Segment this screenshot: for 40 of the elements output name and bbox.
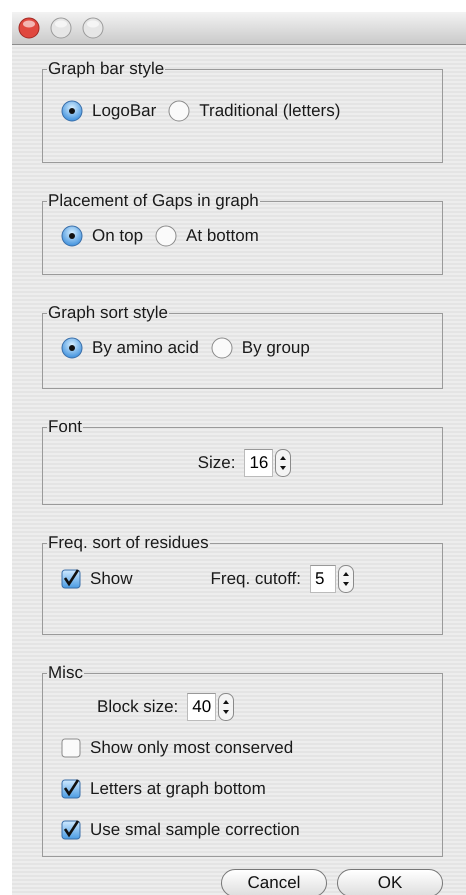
checkbox[interactable] [61, 779, 81, 799]
checkbox[interactable] [61, 569, 81, 589]
group-title: Graph sort style [47, 303, 169, 323]
close-button[interactable] [18, 17, 40, 39]
radio-button[interactable] [61, 337, 83, 359]
group-title: Freq. sort of residues [47, 533, 210, 553]
radio-label[interactable]: By group [242, 338, 310, 358]
group-title: Misc [47, 663, 84, 683]
stepper-control[interactable] [275, 449, 292, 477]
group-title: Font [47, 417, 84, 437]
minimize-button[interactable] [50, 17, 72, 39]
number-field[interactable]: 5 [310, 565, 336, 593]
radio-button[interactable] [61, 100, 83, 122]
radio-label[interactable]: Traditional (letters) [199, 101, 340, 121]
checkbox[interactable] [61, 820, 81, 840]
radio-label[interactable]: On top [92, 226, 144, 246]
radio-button[interactable] [61, 225, 83, 247]
dialog-button[interactable]: OK [337, 869, 443, 895]
checkbox-label[interactable]: Show only most conserved [90, 738, 294, 758]
field-label: Size: [198, 453, 236, 473]
number-field[interactable]: 40 [187, 693, 216, 721]
stepper-control[interactable] [218, 693, 234, 721]
group-title: Placement of Gaps in graph [47, 191, 260, 211]
checkbox-label[interactable]: Show [90, 569, 133, 589]
radio-label[interactable]: LogoBar [92, 101, 156, 121]
radio-button[interactable] [155, 225, 178, 247]
checkbox-label[interactable]: Use smal sample correction [90, 820, 300, 840]
field-label: Freq. cutoff: [210, 569, 301, 589]
checkbox[interactable] [61, 738, 81, 758]
field-label: Block size: [97, 697, 178, 717]
radio-button[interactable] [168, 100, 190, 122]
radio-label[interactable]: By amino acid [92, 338, 199, 358]
radio-button[interactable] [210, 337, 233, 359]
zoom-button[interactable] [82, 17, 104, 39]
stepper-control[interactable] [338, 565, 354, 593]
radio-label[interactable]: At bottom [186, 226, 259, 246]
dialog-button[interactable]: Cancel [221, 869, 327, 895]
checkbox-label[interactable]: Letters at graph bottom [90, 779, 266, 799]
group-title: Graph bar style [47, 59, 166, 79]
number-field[interactable]: 16 [244, 449, 274, 477]
